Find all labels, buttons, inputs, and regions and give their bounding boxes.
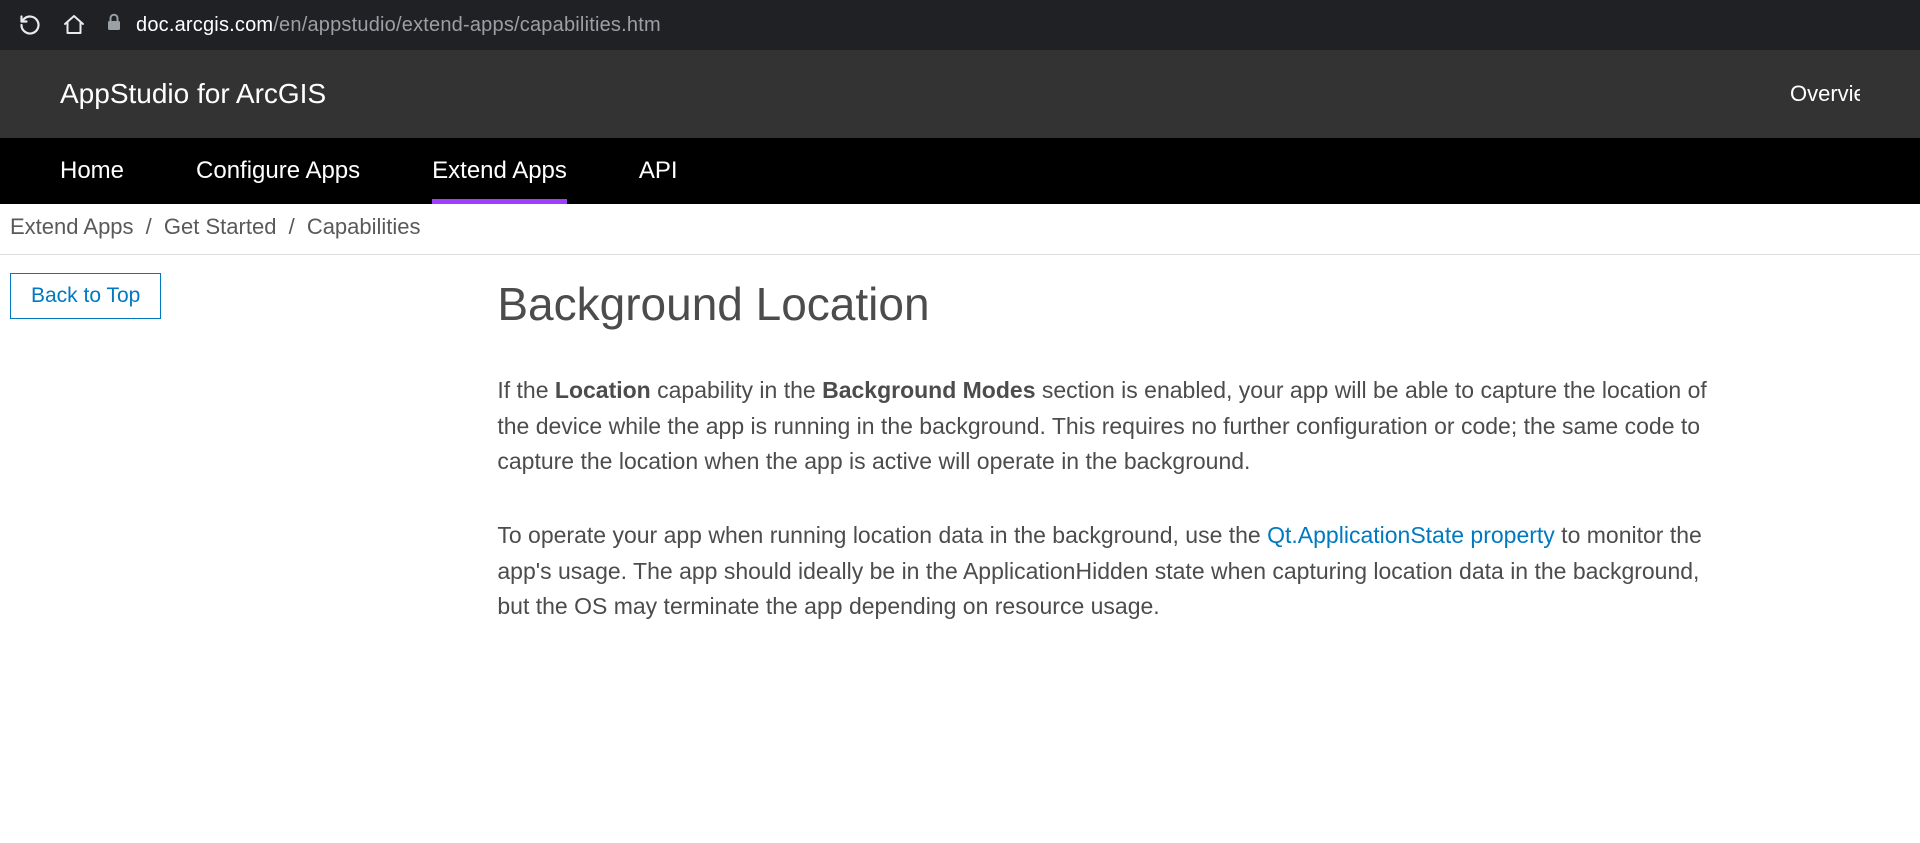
breadcrumb-bar: Extend Apps / Get Started / Capabilities (0, 204, 1920, 255)
browser-toolbar: doc.arcgis.com/en/appstudio/extend-apps/… (0, 0, 1920, 50)
site-title[interactable]: AppStudio for ArcGIS (60, 78, 326, 110)
reload-icon[interactable] (18, 13, 42, 37)
nav-home[interactable]: Home (60, 138, 124, 204)
breadcrumb-separator: / (140, 214, 158, 239)
home-icon[interactable] (62, 13, 86, 37)
paragraph: To operate your app when running locatio… (497, 518, 1721, 625)
paragraph: If the Location capability in the Backgr… (497, 373, 1721, 480)
breadcrumb: Extend Apps / Get Started / Capabilities (10, 214, 1910, 240)
lock-icon (106, 13, 122, 37)
main-content: Background Location If the Location capa… (201, 273, 1721, 663)
primary-nav: Home Configure Apps Extend Apps API (0, 138, 1920, 204)
header-overview-link[interactable]: Overview (1790, 81, 1860, 107)
breadcrumb-item[interactable]: Extend Apps (10, 214, 134, 239)
back-to-top-button[interactable]: Back to Top (10, 273, 161, 319)
nav-extend-apps[interactable]: Extend Apps (432, 138, 567, 204)
site-header: AppStudio for ArcGIS Overview (0, 50, 1920, 138)
bold-text: Location (555, 377, 651, 403)
url-text: doc.arcgis.com/en/appstudio/extend-apps/… (136, 14, 661, 37)
sidebar: Back to Top (10, 273, 161, 663)
address-bar[interactable]: doc.arcgis.com/en/appstudio/extend-apps/… (106, 13, 661, 37)
nav-api[interactable]: API (639, 138, 678, 204)
qt-applicationstate-link[interactable]: Qt.ApplicationState property (1267, 522, 1555, 548)
breadcrumb-item[interactable]: Get Started (164, 214, 277, 239)
content-area: Back to Top Background Location If the L… (0, 255, 1920, 703)
breadcrumb-item: Capabilities (307, 214, 421, 239)
bold-text: Background Modes (822, 377, 1035, 403)
section-heading: Background Location (497, 277, 1721, 331)
breadcrumb-separator: / (283, 214, 301, 239)
nav-configure-apps[interactable]: Configure Apps (196, 138, 360, 204)
